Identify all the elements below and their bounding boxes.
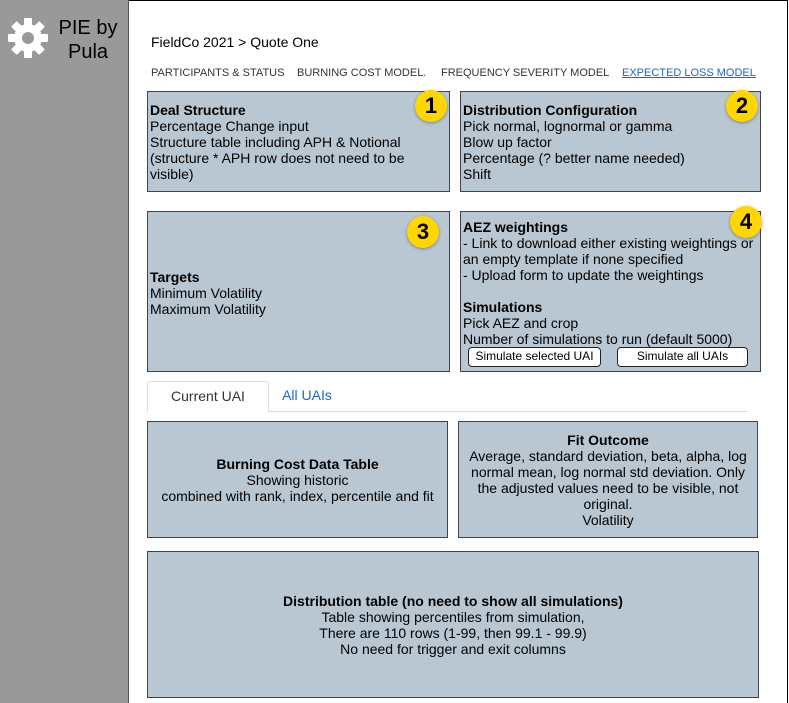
targets-title: Targets bbox=[150, 269, 200, 285]
distribution-table-line: Table showing percentiles from simulatio… bbox=[321, 608, 585, 625]
nav-expected-loss-model[interactable]: EXPECTED LOSS MODEL bbox=[622, 67, 756, 79]
deal-structure-line: Percentage Change input bbox=[150, 118, 309, 134]
main-content: FieldCo 2021 > Quote One PARTICIPANTS & … bbox=[129, 0, 788, 703]
simulations-line: Number of simulations to run (default 50… bbox=[463, 331, 733, 347]
aez-weightings-line: - Link to download either existing weigh… bbox=[463, 235, 754, 267]
distribution-configuration-line: Shift bbox=[463, 166, 492, 182]
step-badge-3: 3 bbox=[407, 216, 439, 248]
burning-cost-line: Showing historic bbox=[246, 471, 349, 488]
uai-tabs: Current UAI All UAIs bbox=[147, 381, 747, 413]
step-badge-2: 2 bbox=[726, 90, 758, 122]
distribution-table-line: No need for trigger and exit columns bbox=[340, 640, 566, 657]
fit-outcome-title: Fit Outcome bbox=[567, 432, 649, 448]
distribution-configuration-line: Pick normal, lognormal or gamma bbox=[463, 118, 673, 134]
aez-simulations-panel: AEZ weightings - Link to download either… bbox=[460, 211, 761, 372]
nav-frequency-severity-model[interactable]: FREQUENCY SEVERITY MODEL bbox=[441, 67, 609, 79]
gear-icon bbox=[8, 18, 48, 58]
distribution-configuration-panel: Distribution Configuration Pick normal, … bbox=[460, 91, 761, 192]
aez-weightings-title: AEZ weightings bbox=[463, 219, 568, 235]
sidebar: PIE by Pula bbox=[0, 0, 129, 703]
distribution-table-panel: Distribution table (no need to show all … bbox=[147, 551, 759, 698]
targets-panel: Targets Minimum Volatility Maximum Volat… bbox=[147, 211, 450, 372]
tab-all-uais[interactable]: All UAIs bbox=[267, 381, 347, 410]
aez-weightings-line: - Upload form to update the weightings bbox=[463, 267, 704, 283]
app-logo-text: PIE by Pula bbox=[58, 17, 118, 63]
targets-line: Maximum Volatility bbox=[150, 301, 266, 317]
step-badge-1: 1 bbox=[415, 90, 447, 122]
fit-outcome-panel: Fit Outcome Average, standard deviation,… bbox=[458, 421, 758, 538]
burning-cost-title: Burning Cost Data Table bbox=[216, 455, 379, 472]
breadcrumb: FieldCo 2021 > Quote One bbox=[151, 34, 319, 50]
deal-structure-line: (structure * APH row does not need to be… bbox=[150, 150, 405, 182]
distribution-configuration-line: Percentage (? better name needed) bbox=[463, 150, 685, 166]
distribution-table-line: There are 110 rows (1-99, then 99.1 - 99… bbox=[319, 624, 587, 641]
targets-line: Minimum Volatility bbox=[150, 285, 263, 301]
simulate-selected-uai-button[interactable]: Simulate selected UAI bbox=[468, 347, 601, 367]
distribution-configuration-title: Distribution Configuration bbox=[463, 102, 638, 118]
distribution-configuration-line: Blow up factor bbox=[463, 134, 552, 150]
simulations-title: Simulations bbox=[463, 299, 543, 315]
deal-structure-title: Deal Structure bbox=[150, 102, 246, 118]
burning-cost-data-table-panel: Burning Cost Data Table Showing historic… bbox=[147, 421, 448, 538]
burning-cost-line: combined with rank, index, percentile an… bbox=[161, 487, 434, 504]
fit-outcome-line: Average, standard deviation, beta, alpha… bbox=[469, 448, 747, 512]
simulate-all-uais-button[interactable]: Simulate all UAIs bbox=[617, 347, 748, 367]
nav-burning-cost-model[interactable]: BURNING COST MODEL. bbox=[297, 67, 426, 79]
nav-participants-status[interactable]: PARTICIPANTS & STATUS bbox=[151, 67, 284, 79]
simulations-line: Pick AEZ and crop bbox=[463, 315, 579, 331]
deal-structure-line: Structure table including APH & Notional bbox=[150, 134, 401, 150]
tab-current-uai[interactable]: Current UAI bbox=[147, 381, 269, 413]
step-badge-4: 4 bbox=[730, 206, 762, 238]
distribution-table-title: Distribution table (no need to show all … bbox=[283, 592, 623, 609]
fit-outcome-line: Volatility bbox=[582, 512, 634, 528]
deal-structure-panel: Deal Structure Percentage Change input S… bbox=[147, 91, 450, 192]
